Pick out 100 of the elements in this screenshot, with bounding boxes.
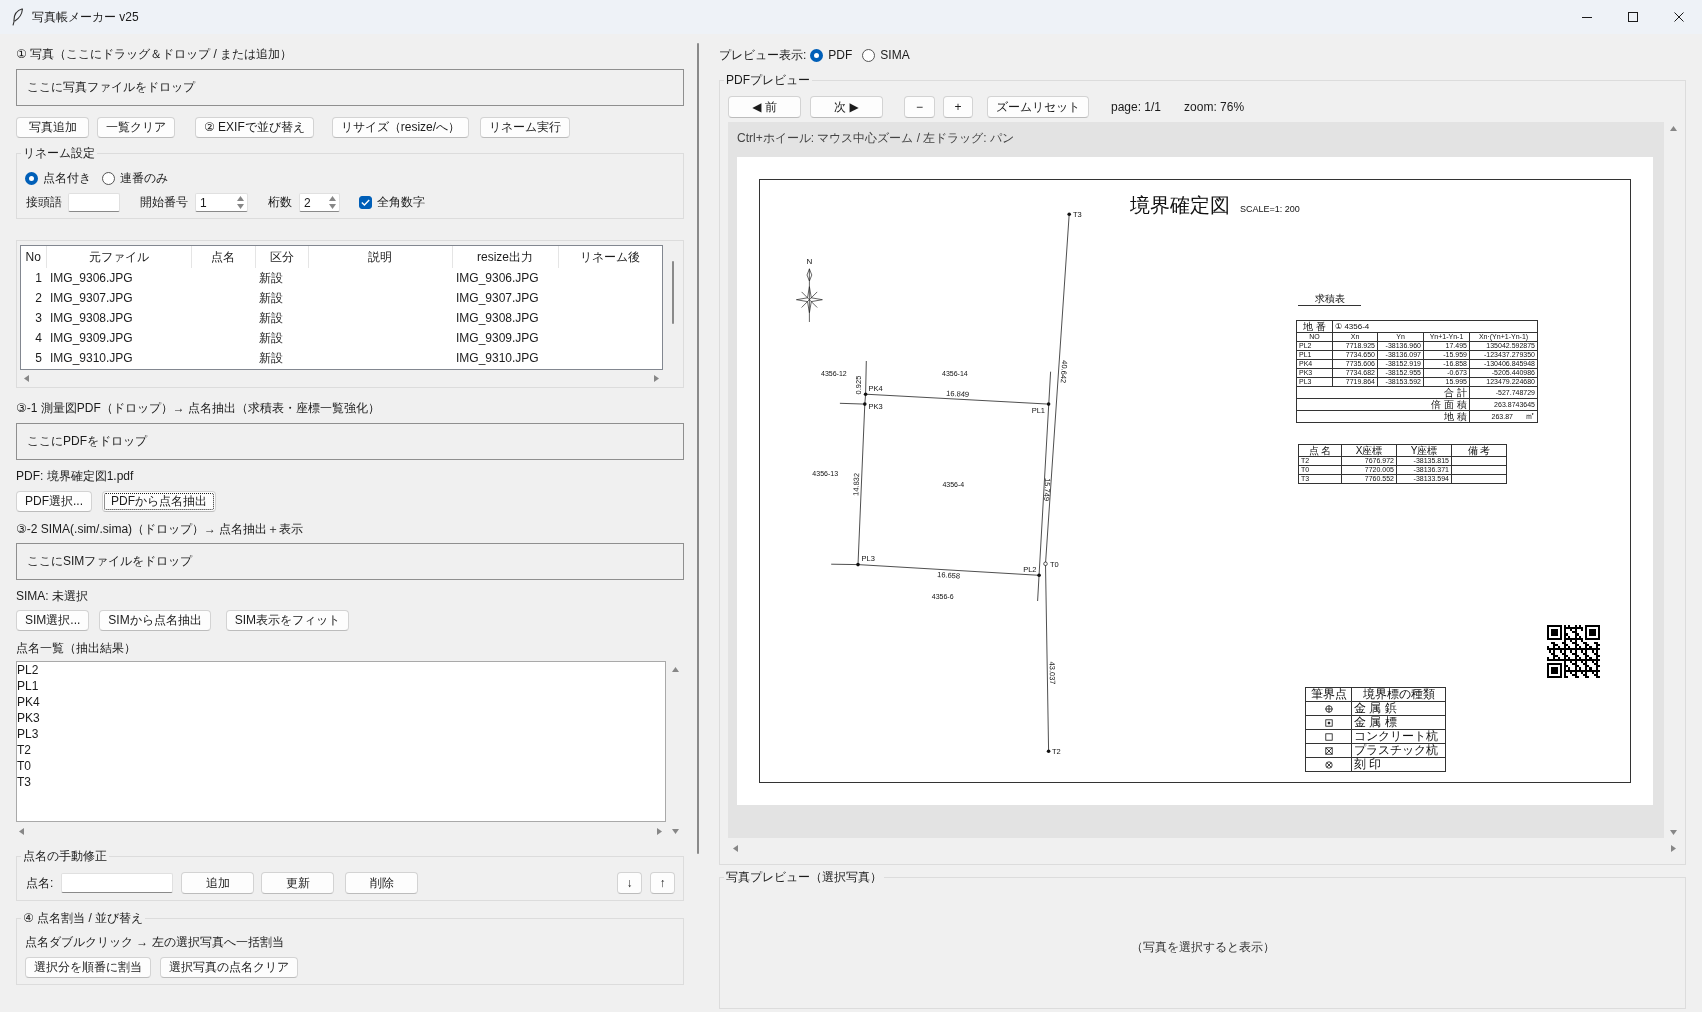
add-button[interactable]: 追加 <box>181 872 255 894</box>
radio-label[interactable]: 点名付き <box>43 169 91 187</box>
clear-list-button[interactable]: 一覧クリア <box>97 117 175 138</box>
zoom-in-button[interactable]: + <box>943 96 973 118</box>
update-button[interactable]: 更新 <box>261 872 335 894</box>
table-cell: 新設 <box>255 268 308 288</box>
table-cell-text: IMG_9310.JPG <box>49 350 134 367</box>
table-cell-text: IMG_9308.JPG <box>49 310 134 327</box>
scroll-right-icon[interactable] <box>657 827 662 835</box>
table-cell: IMG_9306.JPG <box>452 268 558 288</box>
scroll-down-icon[interactable] <box>1669 830 1677 835</box>
spin-up-icon[interactable] <box>236 196 244 201</box>
table-header: X座標 <box>1341 444 1397 457</box>
select-pdf-button[interactable]: PDF選択... <box>16 491 92 512</box>
list-item[interactable]: PK4 <box>17 694 665 710</box>
scroll-left-icon[interactable] <box>19 827 24 835</box>
list-item[interactable]: PK3 <box>17 710 665 726</box>
column-header[interactable]: 点名 <box>191 246 255 268</box>
column-header[interactable]: リネーム後 <box>558 246 662 268</box>
table-cell-text: 新設 <box>258 349 284 367</box>
drop-zone[interactable]: ここに写真ファイルをドロップ <box>16 69 684 106</box>
crossed-circle-icon <box>1324 760 1333 769</box>
add-photos-button[interactable]: 写真追加 <box>16 117 89 138</box>
drop-zone[interactable]: ここにPDFをドロップ <box>16 423 684 460</box>
group-title: 写真プレビュー（選択写真） <box>725 869 883 885</box>
exif-sort-button[interactable]: ② EXIFで並び替え <box>195 117 314 138</box>
table-cell-text: 新設 <box>258 309 284 327</box>
section-heading: ③-2 SIMA(.sim/.sima)（ドロップ）→ 点名抽出＋表示 <box>16 521 304 537</box>
table-cell-text: 4 <box>34 330 43 347</box>
table-cell-text: IMG_9310.JPG <box>455 350 540 367</box>
fit-view-button[interactable]: SIM表示をフィット <box>225 610 350 631</box>
list-item[interactable]: T3 <box>17 774 665 790</box>
maximize-icon[interactable] <box>1628 12 1638 22</box>
move-up-button[interactable]: ↑ <box>650 872 675 894</box>
field-label: 開始番号 <box>139 194 188 211</box>
scroll-right-icon[interactable] <box>654 375 659 382</box>
spin-down-icon[interactable] <box>328 204 336 209</box>
table-header: 筆界点 <box>1305 687 1352 702</box>
extract-sim-points-button[interactable]: SIMから点名抽出 <box>99 610 211 631</box>
list-item[interactable]: PL3 <box>17 726 665 742</box>
zoom-reset-button[interactable]: ズームリセット <box>987 96 1089 118</box>
column-header[interactable]: 区分 <box>255 246 308 268</box>
extract-points-button[interactable]: PDFから点名抽出 <box>102 491 216 512</box>
scroll-up-icon[interactable] <box>671 667 679 672</box>
table-cell: 金 属 標 <box>1351 715 1446 730</box>
radio-button[interactable] <box>102 171 115 185</box>
scroll-right-icon[interactable] <box>1671 844 1676 852</box>
spin-up-icon[interactable] <box>328 196 336 201</box>
radio-label[interactable]: SIMA <box>880 48 910 62</box>
select-sim-button[interactable]: SIM選択... <box>16 610 90 631</box>
scrollbar-thumb[interactable] <box>697 43 699 854</box>
column-header[interactable]: No <box>21 246 46 268</box>
start-number-spinbox[interactable]: 1 <box>195 193 248 212</box>
radio-label[interactable]: 連番のみ <box>120 169 168 187</box>
table-header: 境界標の種類 <box>1351 687 1446 702</box>
column-header[interactable]: resize出力 <box>452 246 558 268</box>
previous-page-button[interactable]: ◀ 前 <box>728 96 801 118</box>
assign-in-order-button[interactable]: 選択分を順番に割当 <box>25 957 151 978</box>
list-item[interactable]: PL1 <box>17 678 665 694</box>
spin-down-icon[interactable] <box>236 204 244 209</box>
table-row[interactable]: 5 IMG_9310.JPG 新設 IMG_9310.JPG <box>21 348 662 368</box>
rename-button[interactable]: リネーム実行 <box>480 117 571 138</box>
table-cell: 地 積 <box>1296 410 1470 423</box>
resize-button[interactable]: リサイズ（resize/へ） <box>331 117 470 138</box>
clear-point-names-button[interactable]: 選択写真の点名クリア <box>160 957 298 978</box>
column-header[interactable]: 元ファイル <box>46 246 191 268</box>
radio-button[interactable] <box>25 171 38 185</box>
checkbox-label[interactable]: 全角数字 <box>377 194 425 211</box>
table-row[interactable]: 3 IMG_9308.JPG 新設 IMG_9308.JPG <box>21 308 662 328</box>
table-cell-text: IMG_9308.JPG <box>455 310 540 327</box>
close-icon[interactable] <box>1674 12 1684 22</box>
scroll-down-icon[interactable] <box>671 829 679 834</box>
prefix-field[interactable] <box>68 193 120 212</box>
point-name-field[interactable] <box>61 873 174 893</box>
radio-label[interactable]: PDF <box>828 48 853 62</box>
column-header[interactable]: 説明 <box>308 246 452 268</box>
north-arrow-icon <box>796 268 823 323</box>
scrollbar-thumb[interactable] <box>672 261 674 324</box>
scroll-left-icon[interactable] <box>24 375 29 382</box>
table-row[interactable]: 4 IMG_9309.JPG 新設 IMG_9309.JPG <box>21 328 662 348</box>
list-item[interactable]: T2 <box>17 742 665 758</box>
delete-button[interactable]: 削除 <box>345 872 419 894</box>
table-title: 求積表 <box>1298 293 1361 306</box>
canvas-hint: Ctrl+ホイール: マウス中心ズーム / 左ドラッグ: パン <box>737 131 1014 145</box>
radio-button[interactable] <box>862 48 876 62</box>
scroll-up-icon[interactable] <box>1669 126 1677 131</box>
checkbox[interactable] <box>359 196 372 209</box>
survey-point-icon <box>1037 573 1041 578</box>
radio-button[interactable] <box>810 48 824 62</box>
table-row[interactable]: 2 IMG_9307.JPG 新設 IMG_9307.JPG <box>21 288 662 308</box>
move-down-button[interactable]: ↓ <box>617 872 642 894</box>
table-cell: 合 計 <box>1296 386 1470 399</box>
digits-spinbox[interactable]: 2 <box>299 193 340 212</box>
table-row[interactable]: 1 IMG_9306.JPG 新設 IMG_9306.JPG <box>21 268 662 288</box>
list-item[interactable]: PL2 <box>17 662 665 678</box>
next-page-button[interactable]: 次 ▶ <box>810 96 883 118</box>
drop-zone[interactable]: ここにSIMファイルをドロップ <box>16 543 684 580</box>
scroll-left-icon[interactable] <box>733 844 738 852</box>
list-item[interactable]: T0 <box>17 758 665 774</box>
zoom-out-button[interactable]: − <box>904 96 935 118</box>
